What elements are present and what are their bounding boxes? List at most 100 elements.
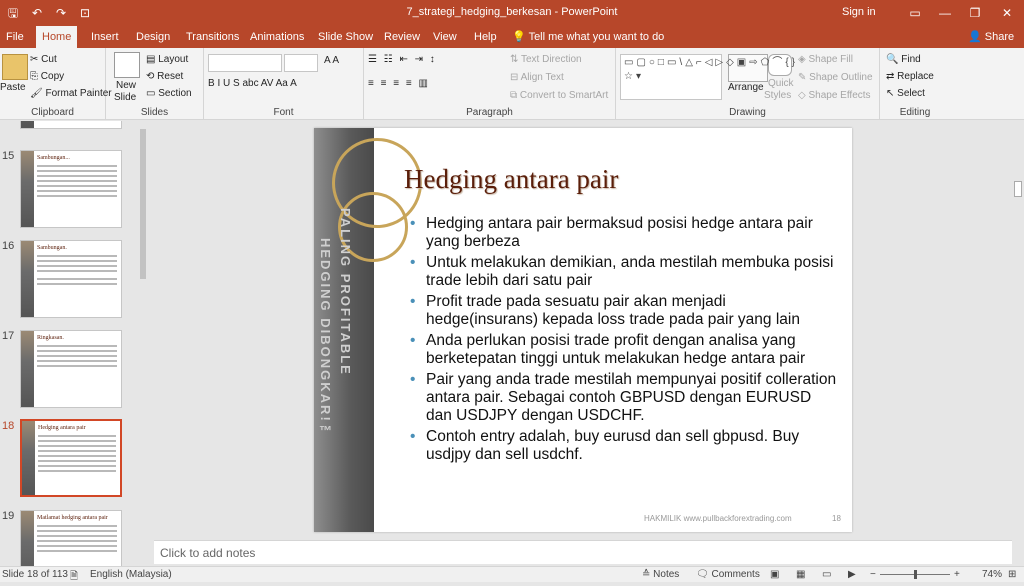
paragraph-label: Paragraph — [466, 107, 513, 118]
spellcheck-icon[interactable]: 🗎 — [70, 569, 78, 586]
share-button[interactable]: 👤 Share — [968, 26, 1014, 48]
quick-styles-label-2[interactable]: Styles — [764, 90, 791, 101]
normal-view-icon[interactable]: ▣ — [770, 569, 779, 580]
editing-label: Editing — [899, 107, 931, 118]
replace-button[interactable]: ⇄ Replace — [886, 71, 934, 82]
slide-thumbnail-14[interactable] — [20, 121, 122, 129]
tell-me-search[interactable]: 💡 Tell me what you want to do — [512, 26, 664, 48]
format-painter-button[interactable]: 🖌 Format Painter — [30, 88, 112, 99]
convert-smartart-button[interactable]: ⧉ Convert to SmartArt — [510, 90, 608, 101]
bullet-item: Hedging antara pair bermaksud posisi hed… — [408, 215, 838, 251]
slide-scrollbar[interactable] — [1012, 121, 1024, 539]
section-button[interactable]: ▭ Section — [146, 88, 192, 99]
slide-thumbnail-19[interactable]: Matlamat hedging antara pair — [20, 510, 122, 566]
bullet-item: Untuk melakukan demikian, anda mestilah … — [408, 254, 838, 290]
comments-toggle[interactable]: 🗨 Comments — [696, 569, 760, 580]
shape-fill-button[interactable]: ◈ Shape Fill — [798, 54, 853, 65]
zoom-level[interactable]: 74% — [982, 569, 1002, 580]
person-icon: 👤 — [968, 31, 985, 43]
zoom-in-button[interactable]: + — [954, 569, 960, 580]
bullet-item: Anda perlukan posisi trade profit dengan… — [408, 332, 838, 368]
shape-effects-button[interactable]: ◇ Shape Effects — [798, 90, 871, 101]
slide-thumbnail-17[interactable]: Ringkasan. — [20, 330, 122, 408]
thumbnail-number: 16 — [2, 240, 15, 252]
new-slide-dropdown[interactable]: Slide — [114, 92, 136, 103]
notes-pane[interactable]: Click to add notes — [154, 540, 1012, 564]
ribbon-display-icon[interactable]: ▭ — [900, 2, 930, 24]
select-button[interactable]: ↖ Select — [886, 88, 925, 99]
clipboard-label: Clipboard — [31, 107, 74, 118]
new-slide-icon[interactable] — [114, 52, 140, 78]
tab-file[interactable]: File — [0, 26, 30, 48]
font-format-buttons[interactable]: B I U S abc AV Aa A — [208, 78, 297, 89]
notes-placeholder[interactable]: Click to add notes — [160, 546, 255, 560]
list-buttons[interactable]: ☰ ☷ ⇤ ⇥ ↕ — [368, 54, 437, 65]
zoom-out-button[interactable]: − — [870, 569, 876, 580]
thumbnail-title: Matlamat hedging antara pair — [37, 515, 108, 521]
slide-title[interactable]: Hedging antara pair — [404, 164, 618, 195]
shapes-gallery[interactable]: ▭▢○□▭\△⌐◁▷◇▣⇨⬠⌒{}☆▾ — [620, 54, 795, 100]
thumbnail-number: 18 — [2, 420, 15, 432]
text-direction-button[interactable]: ⇅ Text Direction — [510, 54, 582, 65]
thumbnail-title: Ringkasan. — [37, 335, 64, 341]
thumbnail-title: Sambungan. — [37, 245, 67, 251]
slide-thumbnail-15[interactable]: Sambungan... — [20, 150, 122, 228]
comment-icon: 🗨 — [696, 569, 712, 580]
bullet-list[interactable]: Hedging antara pair bermaksud posisi hed… — [408, 215, 838, 467]
quick-styles-label-1[interactable]: Quick — [768, 78, 794, 89]
layout-button[interactable]: ▤ Layout — [146, 54, 188, 65]
paste-button[interactable]: Paste — [0, 82, 26, 93]
tab-view[interactable]: View — [427, 26, 463, 48]
minimize-icon[interactable]: — — [930, 2, 960, 24]
tab-help[interactable]: Help — [468, 26, 503, 48]
reset-button[interactable]: ⟲ Reset — [146, 71, 183, 82]
tab-slide-show[interactable]: Slide Show — [312, 26, 379, 48]
fit-slide-icon[interactable]: ⊞ — [1008, 569, 1016, 580]
thumbnail-scrollbar[interactable] — [138, 121, 148, 566]
clipboard-group: Paste ✂ Cut ⎘ Copy 🖌 Format Painter Clip… — [0, 48, 112, 120]
slide-sorter-icon[interactable]: ▦ — [796, 569, 805, 580]
cut-button[interactable]: ✂ Cut — [30, 54, 57, 65]
font-group: A A B I U S abc AV Aa A Font — [204, 48, 364, 120]
slide-thumbnail-18[interactable]: Hedging antara pair — [20, 419, 122, 497]
tab-home[interactable]: Home — [36, 26, 78, 48]
language-indicator[interactable]: English (Malaysia) — [90, 569, 172, 580]
title-bar: 🖫 ↶ ↷ ⊡ 7_strategi_hedging_berkesan - Po… — [0, 0, 1024, 26]
restore-icon[interactable]: ❐ — [960, 2, 990, 24]
current-slide[interactable]: HEDGING DIBONGKAR!™ PALING PROFITABLE He… — [314, 128, 852, 532]
paste-icon[interactable] — [2, 54, 28, 80]
tab-design[interactable]: Design — [130, 26, 176, 48]
tab-animations[interactable]: Animations — [244, 26, 310, 48]
lightbulb-icon: 💡 — [512, 31, 529, 43]
layout-icon: ▤ — [146, 54, 159, 65]
editing-group: 🔍 Find ⇄ Replace ↖ Select Editing — [880, 48, 950, 120]
zoom-slider-handle[interactable] — [914, 570, 917, 579]
alignment-buttons[interactable]: ≡ ≡ ≡ ≡ ▥ — [368, 78, 430, 89]
font-size-combo[interactable] — [284, 54, 318, 72]
copy-button[interactable]: ⎘ Copy — [30, 71, 64, 82]
scissors-icon: ✂ — [30, 54, 42, 65]
font-name-combo[interactable] — [208, 54, 282, 72]
align-text-button[interactable]: ⊟ Align Text — [510, 72, 564, 83]
font-size-arrows[interactable]: A A — [324, 55, 339, 66]
reset-icon: ⟲ — [146, 71, 158, 82]
slide-editing-area: HEDGING DIBONGKAR!™ PALING PROFITABLE He… — [154, 121, 1010, 539]
text-direction-icon: ⇅ — [510, 54, 521, 65]
tab-transitions[interactable]: Transitions — [180, 26, 245, 48]
find-button[interactable]: 🔍 Find — [886, 54, 921, 65]
new-slide-button[interactable]: New — [116, 80, 136, 91]
sign-in-link[interactable]: Sign in — [842, 6, 876, 18]
pen-icon: ✎ — [798, 72, 810, 83]
side-banner-text: PALING PROFITABLE — [338, 208, 353, 376]
notes-toggle[interactable]: ≙ Notes — [642, 569, 679, 580]
thumbnail-scroll-thumb[interactable] — [140, 129, 146, 279]
slideshow-view-icon[interactable]: ▶ — [848, 569, 856, 580]
tab-insert[interactable]: Insert — [85, 26, 125, 48]
arrange-button[interactable]: Arrange — [728, 82, 764, 93]
close-icon[interactable]: ✕ — [992, 2, 1022, 24]
reading-view-icon[interactable]: ▭ — [822, 569, 831, 580]
tab-review[interactable]: Review — [378, 26, 426, 48]
shape-outline-button[interactable]: ✎ Shape Outline — [798, 72, 873, 83]
slide-scroll-thumb[interactable] — [1014, 181, 1022, 197]
slide-thumbnail-16[interactable]: Sambungan. — [20, 240, 122, 318]
